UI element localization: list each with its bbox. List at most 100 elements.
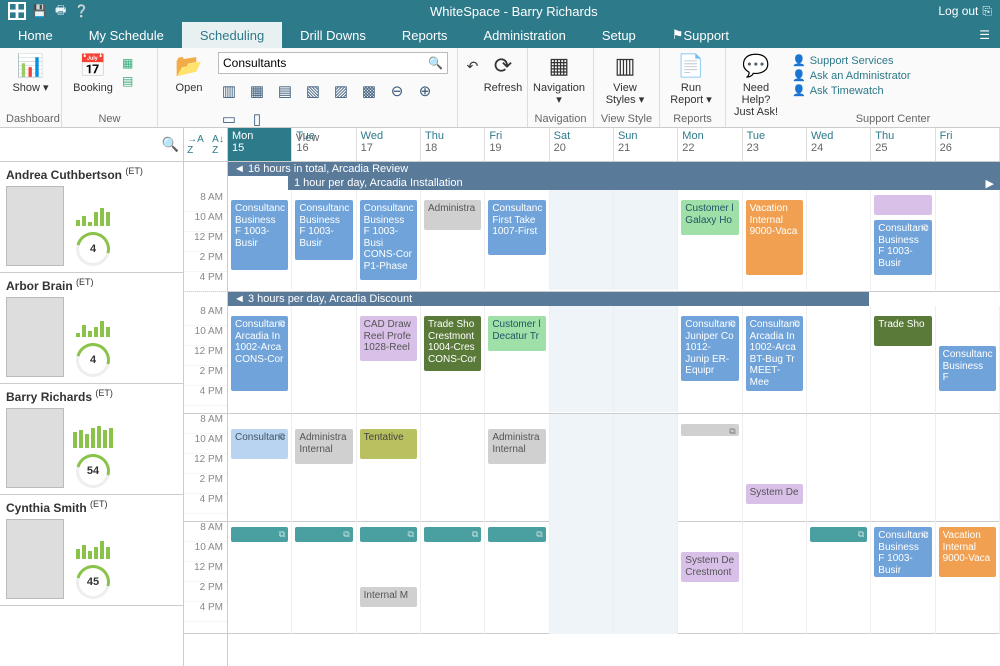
event[interactable]: ⧉ — [360, 527, 417, 542]
day-header[interactable]: Fri26 — [936, 128, 1000, 161]
search-icon[interactable]: 🔍 — [428, 56, 443, 70]
event[interactable]: Consultanc Business F 1003-Busir — [231, 200, 288, 270]
refresh-button[interactable]: ⟳Refresh — [485, 52, 521, 94]
save-icon[interactable]: 💾 — [32, 4, 47, 18]
view-ico-9[interactable]: ▭ — [218, 108, 240, 130]
day-header[interactable]: Thu25 — [871, 128, 935, 161]
grid-cell[interactable]: Consultanc Business F 1003-Busir — [228, 190, 292, 290]
runreport-button[interactable]: 📄Run Report ▾ — [666, 52, 716, 106]
day-header[interactable]: Tue23 — [743, 128, 807, 161]
new-small-1-icon[interactable]: ▦ — [122, 56, 133, 70]
day-header[interactable]: Wed24 — [807, 128, 871, 161]
menu-setup[interactable]: Setup — [584, 22, 654, 48]
grid-cell[interactable]: ⧉ — [485, 522, 549, 634]
event[interactable]: Administra Internal — [295, 429, 352, 464]
event[interactable]: ⧉ — [231, 527, 288, 542]
navigation-button[interactable]: ▦Navigation ▾ — [534, 52, 584, 106]
grid-cell[interactable] — [292, 306, 356, 412]
grid-cell[interactable] — [807, 190, 871, 290]
ask-timewatch[interactable]: 👤 Ask Timewatch — [792, 84, 994, 97]
viewstyles-button[interactable]: ▥View Styles ▾ — [600, 52, 650, 106]
grid-cell[interactable]: Consultanc Business F 1003-Busir⧉ — [871, 190, 935, 290]
menu-scheduling[interactable]: Scheduling — [182, 22, 282, 48]
grid-cell[interactable]: Vacation Internal 9000-Vaca — [936, 522, 1000, 634]
grid-cell[interactable] — [936, 190, 1000, 290]
event[interactable]: Vacation Internal 9000-Vaca — [746, 200, 803, 275]
event[interactable]: Internal M — [360, 587, 417, 607]
event[interactable]: Consultanc Business F 1003-Busir⧉ — [874, 220, 931, 275]
event[interactable]: Trade Sho — [874, 316, 931, 346]
grid-cell[interactable] — [550, 190, 614, 290]
help-button[interactable]: 💬Need Help?Just Ask! — [732, 52, 780, 118]
event[interactable]: Vacation Internal 9000-Vaca — [939, 527, 996, 577]
grid-cell[interactable]: Consultanc Business F 1003-Busir — [292, 190, 356, 290]
event[interactable]: Trade Sho Crestmont 1004-Cres CONS-Cor — [424, 316, 481, 371]
grid-cell[interactable]: CAD Draw Reel Profe 1028-Reel — [357, 306, 421, 412]
filter-search-icon[interactable]: 🔍 — [162, 136, 179, 153]
refresh-small[interactable]: ↶ — [464, 52, 481, 80]
grid-cell[interactable] — [550, 414, 614, 522]
event[interactable]: System De — [746, 484, 803, 504]
zoom-out-icon[interactable]: ⊖ — [386, 80, 408, 102]
grid-cell[interactable]: Consultanc First Take 1007-First — [485, 190, 549, 290]
grid-cell[interactable]: ⧉ — [421, 522, 485, 634]
view-search[interactable]: 🔍 — [218, 52, 448, 74]
event[interactable]: ⧉ — [810, 527, 867, 542]
day-header[interactable]: Sun21 — [614, 128, 678, 161]
open-button[interactable]: 📂Open — [164, 52, 214, 94]
event[interactable]: ⧉ — [681, 424, 738, 436]
view-ico-3[interactable]: ▤ — [274, 80, 296, 102]
person-row[interactable]: Cynthia Smith (ET) 45 — [0, 495, 183, 606]
zoom-in-icon[interactable]: ⊕ — [414, 80, 436, 102]
event[interactable] — [874, 195, 931, 215]
grid-cell[interactable]: Customer l Decatur Tr — [485, 306, 549, 412]
grid-cell[interactable]: Trade Sho Crestmont 1004-Cres CONS-Cor — [421, 306, 485, 412]
view-ico-5[interactable]: ▨ — [330, 80, 352, 102]
grid-cell[interactable] — [936, 414, 1000, 522]
person-row[interactable]: Arbor Brain (ET) 4 — [0, 273, 183, 384]
grid-cell[interactable]: ⧉ — [807, 522, 871, 634]
grid-cell[interactable]: Vacation Internal 9000-Vaca — [743, 190, 807, 290]
people-filter-input[interactable] — [4, 138, 160, 152]
person-row[interactable]: Barry Richards (ET) 54 — [0, 384, 183, 495]
support-services[interactable]: 👤 Support Services — [792, 54, 994, 67]
grid-cell[interactable] — [614, 522, 678, 634]
day-header[interactable]: Tue16 — [292, 128, 356, 161]
grid-cell[interactable]: Consultanc Business F — [936, 306, 1000, 412]
event[interactable]: Consultanc Business F — [939, 346, 996, 391]
event[interactable]: CAD Draw Reel Profe 1028-Reel — [360, 316, 417, 361]
grid-cell[interactable] — [807, 414, 871, 522]
day-header[interactable]: Thu18 — [421, 128, 485, 161]
grid-cell[interactable]: System De — [743, 414, 807, 522]
help-icon[interactable]: ❔ — [74, 4, 89, 18]
grid-cell[interactable] — [614, 306, 678, 412]
view-ico-1[interactable]: ▥ — [218, 80, 240, 102]
sort-asc-icon[interactable]: →AZ — [187, 134, 204, 156]
day-header[interactable]: Mon22 — [678, 128, 742, 161]
event[interactable]: ⧉ — [488, 527, 545, 542]
grid-cell[interactable]: System De Crestmont — [678, 522, 742, 634]
logout-button[interactable]: Log out ⎘ — [938, 4, 992, 19]
grid-cell[interactable]: Tentative — [357, 414, 421, 522]
event[interactable]: Consultanc Arcadia In 1002-Arca CONS-Cor… — [231, 316, 288, 391]
grid-cell[interactable]: Consultanc Arcadia In 1002-Arca BT-Bug T… — [743, 306, 807, 412]
event[interactable]: Administra Internal — [488, 429, 545, 464]
day-header[interactable]: Sat20 — [550, 128, 614, 161]
event[interactable]: Consultanc Business F 1003-Busir⧉ — [874, 527, 931, 577]
grid-cell[interactable] — [550, 522, 614, 634]
day-header[interactable]: Mon15 — [228, 128, 292, 161]
booking-button[interactable]: 📅Booking — [68, 52, 118, 94]
grid-cell[interactable] — [807, 306, 871, 412]
event[interactable]: Consultanc Arcadia In 1002-Arca BT-Bug T… — [746, 316, 803, 391]
grid-cell[interactable] — [871, 414, 935, 522]
view-search-input[interactable] — [223, 56, 428, 70]
banner[interactable]: ◄ 3 hours per day, Arcadia Discount — [228, 292, 869, 306]
grid-cell[interactable]: ⧉ — [678, 414, 742, 522]
menu-drilldowns[interactable]: Drill Downs — [282, 22, 384, 48]
event[interactable]: Tentative — [360, 429, 417, 459]
event[interactable]: System De Crestmont — [681, 552, 738, 582]
day-header[interactable]: Wed17 — [357, 128, 421, 161]
menu-myschedule[interactable]: My Schedule — [71, 22, 182, 48]
grid-cell[interactable]: ⧉ — [292, 522, 356, 634]
print-icon[interactable]: 🖶 — [55, 1, 66, 22]
